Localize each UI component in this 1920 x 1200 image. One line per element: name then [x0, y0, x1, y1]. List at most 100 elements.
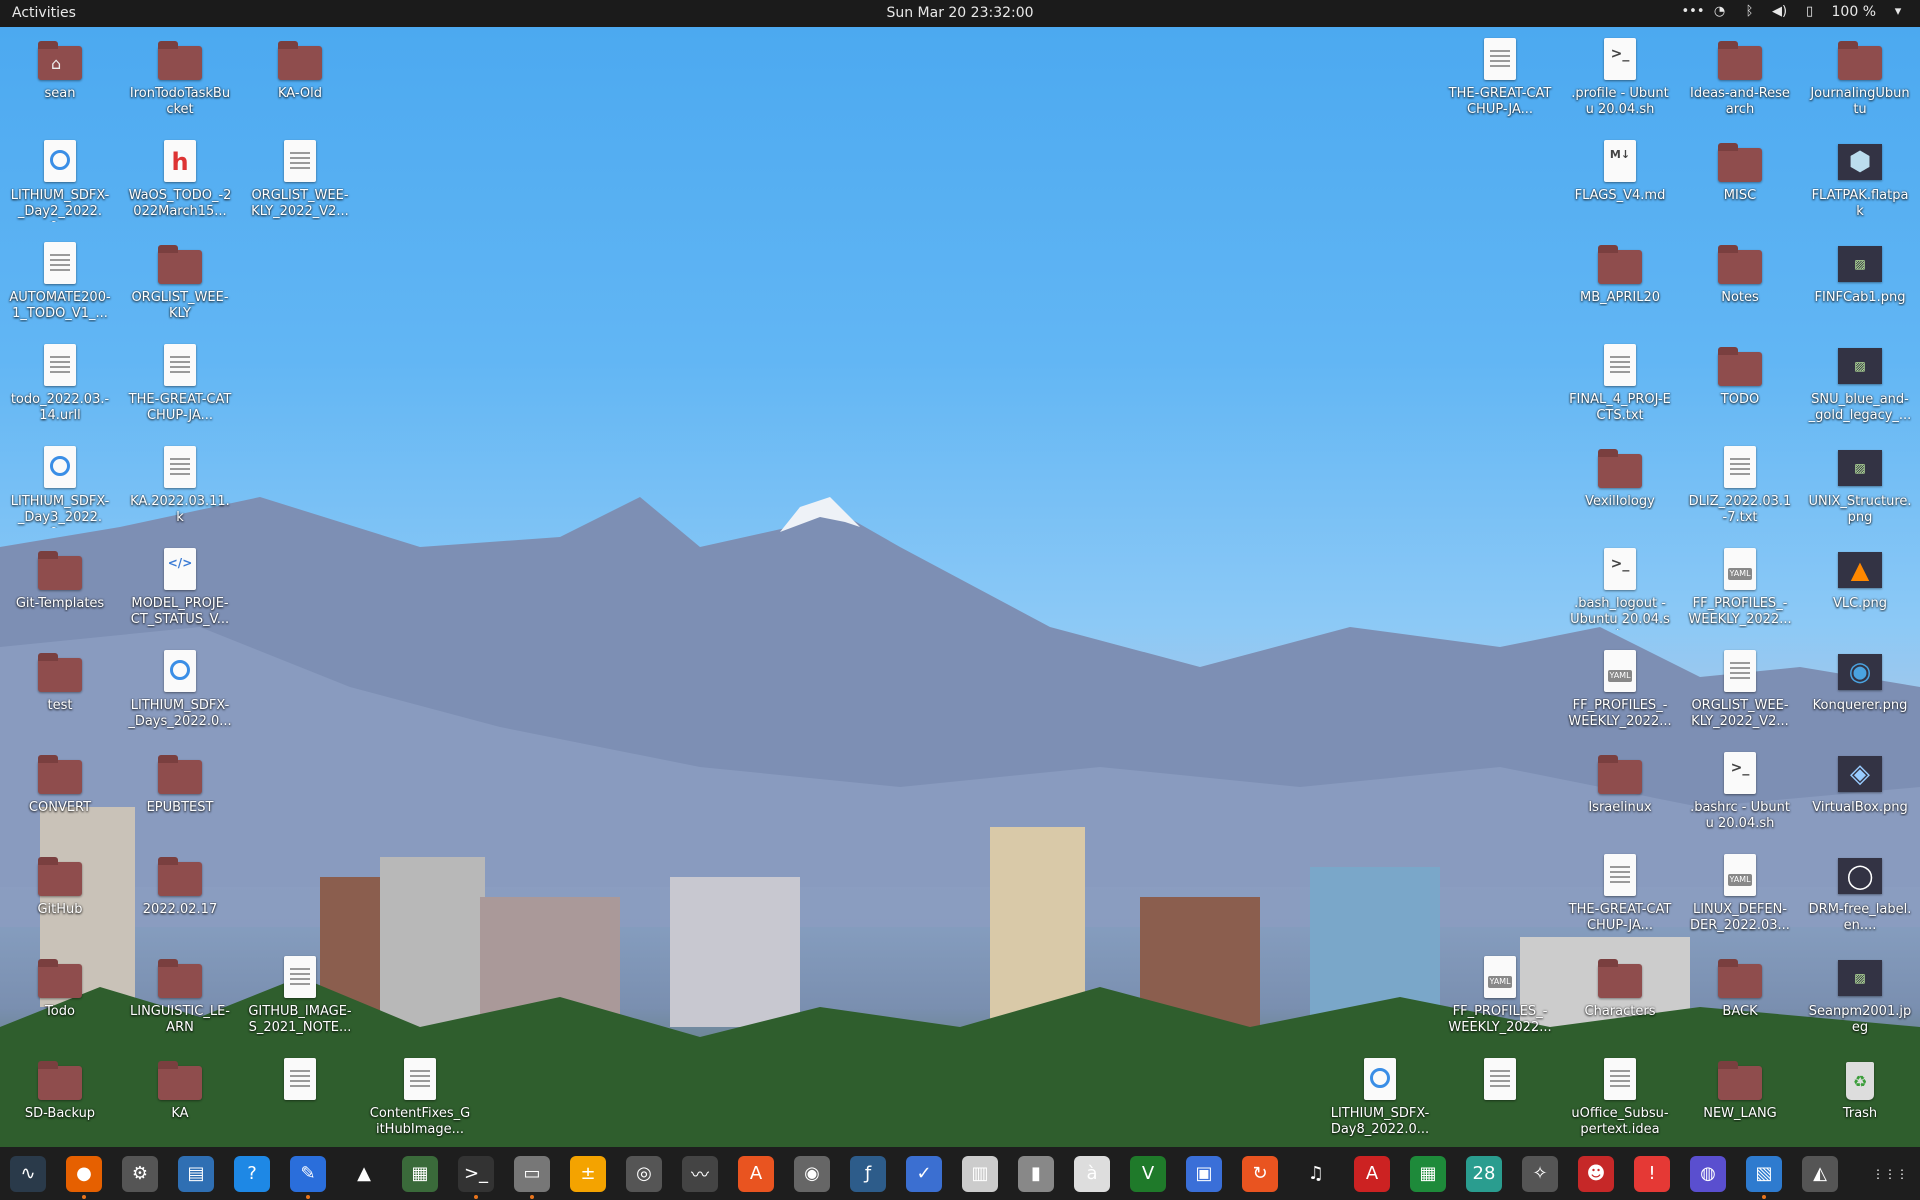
- system-monitor-icon[interactable]: ∿: [10, 1155, 46, 1192]
- desktop-icon[interactable]: YAML FF_PROFILES_-WEEKLY_2022...: [1566, 642, 1674, 742]
- desktop-icon[interactable]: ▨ FINFCab1.png: [1806, 234, 1914, 334]
- system-tray[interactable]: ••• ◔ ᛒ ◀) ▯ 100 % ▾: [1682, 4, 1906, 20]
- character-map-icon[interactable]: à: [1074, 1155, 1110, 1192]
- desktop-icon[interactable]: LITHIUM_SDFX-_Day3_2022.0...: [6, 438, 114, 538]
- desktop-icon[interactable]: ▲ VLC.png: [1806, 540, 1914, 640]
- files-icon[interactable]: ▭: [514, 1155, 550, 1199]
- vlc-icon[interactable]: ▲: [346, 1155, 382, 1192]
- desktop-icon[interactable]: SD-Backup: [6, 1050, 114, 1150]
- more-icon[interactable]: •••: [1682, 4, 1705, 20]
- remote-desktop-icon[interactable]: ▧: [1746, 1155, 1782, 1199]
- desktop-icon[interactable]: Ideas-and-Research: [1686, 30, 1794, 130]
- window-icon[interactable]: ▣: [1186, 1155, 1222, 1192]
- music-icon[interactable]: ♫: [1298, 1155, 1334, 1192]
- desktop-icon[interactable]: test: [6, 642, 114, 742]
- calculator-icon[interactable]: ±: [570, 1155, 606, 1192]
- firefox-icon[interactable]: ●: [66, 1155, 102, 1199]
- text-editor-icon[interactable]: ✎: [290, 1155, 326, 1199]
- battery-icon[interactable]: ▯: [1802, 4, 1818, 20]
- desktop-icon[interactable]: Notes: [1686, 234, 1794, 334]
- desktop-icon[interactable]: MB_APRIL20: [1566, 234, 1674, 334]
- activities-button[interactable]: Activities: [12, 5, 76, 21]
- desktop-icon[interactable]: Israelinux: [1566, 744, 1674, 844]
- screenshot-icon[interactable]: ◍: [1690, 1155, 1726, 1192]
- desktop-icon[interactable]: THE-GREAT-CATCHUP-JA...: [1446, 30, 1554, 130]
- desktop-icon[interactable]: [246, 1050, 354, 1150]
- desktop-icon[interactable]: THE-GREAT-CATCHUP-JA...: [1566, 846, 1674, 946]
- spreadsheet-icon[interactable]: ▦: [1410, 1155, 1446, 1192]
- disc-icon[interactable]: ◉: [794, 1155, 830, 1192]
- desktop-icon[interactable]: CONVERT: [6, 744, 114, 844]
- desktop-icon[interactable]: ContentFixes_GitHubImage...: [366, 1050, 474, 1150]
- desktop-icon[interactable]: ♻ Trash: [1806, 1050, 1914, 1150]
- desktop-icon[interactable]: LITHIUM_SDFX-_Day2_2022.0...: [6, 132, 114, 232]
- bluetooth-icon[interactable]: ᛒ: [1742, 4, 1758, 20]
- desktop-icon[interactable]: </> MODEL_PROJE-CT_STATUS_V...: [126, 540, 234, 640]
- desktop-icon[interactable]: ▨ UNIX_Structure.png: [1806, 438, 1914, 538]
- vim-icon[interactable]: V: [1130, 1155, 1166, 1192]
- calendar-icon[interactable]: 28: [1466, 1155, 1502, 1192]
- desktop-icon[interactable]: ⬢ FLATPAK.flatpak: [1806, 132, 1914, 232]
- updates-icon[interactable]: ◭: [1802, 1155, 1838, 1192]
- fonts-icon[interactable]: ƒ: [850, 1155, 886, 1192]
- desktop-icon[interactable]: FINAL_4_PROJ-ECTS.txt: [1566, 336, 1674, 436]
- todo-icon[interactable]: ✓: [906, 1155, 942, 1192]
- desktop-icon[interactable]: KA.2022.03.11.k: [126, 438, 234, 538]
- desktop-icon[interactable]: >_.bash_logout - Ubuntu 20.04.sh: [1566, 540, 1674, 640]
- desktop-icon[interactable]: YAML FF_PROFILES_-WEEKLY_2022...: [1686, 540, 1794, 640]
- desktop-icon[interactable]: LINGUISTIC_LE-ARN: [126, 948, 234, 1048]
- desktop-icon[interactable]: YAML FF_PROFILES_-WEEKLY_2022...: [1446, 948, 1554, 1048]
- desktop-icon[interactable]: ◈ VirtualBox.png: [1806, 744, 1914, 844]
- desktop-icon[interactable]: GitHub: [6, 846, 114, 946]
- desktop-icon[interactable]: M↓ FLAGS_V4.md: [1566, 132, 1674, 232]
- monitor-graph-icon[interactable]: 〰: [682, 1155, 718, 1192]
- desktop-icon[interactable]: ORGLIST_WEE-KLY_2022_V2...: [1686, 642, 1794, 742]
- settings-icon[interactable]: ⚙: [122, 1155, 158, 1192]
- software-store-icon[interactable]: A: [738, 1155, 774, 1192]
- desktop-icon[interactable]: JournalingUbuntu: [1806, 30, 1914, 130]
- desktop-icon[interactable]: ▨ SNU_blue_and-_gold_legacy_...: [1806, 336, 1914, 436]
- desktop-icon[interactable]: Todo: [6, 948, 114, 1048]
- wifi-icon[interactable]: ◔: [1712, 4, 1728, 20]
- desktop-icon[interactable]: MISC: [1686, 132, 1794, 232]
- update-icon[interactable]: ↻: [1242, 1155, 1278, 1192]
- desktop-icon[interactable]: Vexillology: [1566, 438, 1674, 538]
- image-viewer-icon[interactable]: ◎: [626, 1155, 662, 1192]
- desktop-icon[interactable]: KA: [126, 1050, 234, 1150]
- archive-icon[interactable]: ▮: [1018, 1155, 1054, 1192]
- desktop-icon[interactable]: >_ .profile - Ubuntu 20.04.sh: [1566, 30, 1674, 130]
- desktop-icon[interactable]: ⌂ sean: [6, 30, 114, 130]
- desktop-icon[interactable]: NEW_LANG: [1686, 1050, 1794, 1150]
- calendar-doc-icon[interactable]: ▥: [962, 1155, 998, 1192]
- game-icon[interactable]: ☻: [1578, 1155, 1614, 1192]
- desktop-icon[interactable]: THE-GREAT-CATCHUP-JA...: [126, 336, 234, 436]
- desktop-icon[interactable]: ◯ DRM-free_label.en....: [1806, 846, 1914, 946]
- desktop-icon[interactable]: h WaOS_TODO_-2022March15...: [126, 132, 234, 232]
- puzzle-icon[interactable]: ▦: [402, 1155, 438, 1192]
- desktop-icon[interactable]: IronTodoTaskBucket: [126, 30, 234, 130]
- desktop-icon[interactable]: Characters: [1566, 948, 1674, 1048]
- desktop-icon[interactable]: DLIZ_2022.03.1-7.txt: [1686, 438, 1794, 538]
- desktop-icon[interactable]: YAML LINUX_DEFEN-DER_2022.03...: [1686, 846, 1794, 946]
- clock[interactable]: Sun Mar 20 23:32:00: [886, 5, 1033, 21]
- text-document-icon[interactable]: ▤: [178, 1155, 214, 1192]
- desktop-icon[interactable]: ◉ Konquerer.png: [1806, 642, 1914, 742]
- pdf-icon[interactable]: A: [1354, 1155, 1390, 1192]
- terminal-icon[interactable]: >_: [458, 1155, 494, 1199]
- desktop-icon[interactable]: ORGLIST_WEE-KLY_2022_V2...: [246, 132, 354, 232]
- volume-icon[interactable]: ◀): [1772, 4, 1788, 20]
- desktop-icon[interactable]: ORGLIST_WEE-KLY: [126, 234, 234, 334]
- desktop-icon[interactable]: Git-Templates: [6, 540, 114, 640]
- desktop-icon[interactable]: ▨ Seanpm2001.jpeg: [1806, 948, 1914, 1048]
- chevron-down-icon[interactable]: ▾: [1890, 4, 1906, 20]
- desktop-icon[interactable]: BACK: [1686, 948, 1794, 1048]
- desktop-icon[interactable]: GITHUB_IMAGE-S_2021_NOTE...: [246, 948, 354, 1048]
- desktop-icon[interactable]: AUTOMATE200-1_TODO_V1_...: [6, 234, 114, 334]
- show-apps-icon[interactable]: ⋮⋮⋮: [1872, 1156, 1908, 1192]
- desktop-icon[interactable]: >_ .bashrc - Ubuntu 20.04.sh: [1686, 744, 1794, 844]
- desktop-icon[interactable]: KA-Old: [246, 30, 354, 130]
- desktop-icon[interactable]: TODO: [1686, 336, 1794, 436]
- desktop-icon[interactable]: LITHIUM_SDFX-_Days_2022.0...: [126, 642, 234, 742]
- desktop-icon[interactable]: 2022.02.17: [126, 846, 234, 946]
- help-icon[interactable]: ?: [234, 1155, 270, 1192]
